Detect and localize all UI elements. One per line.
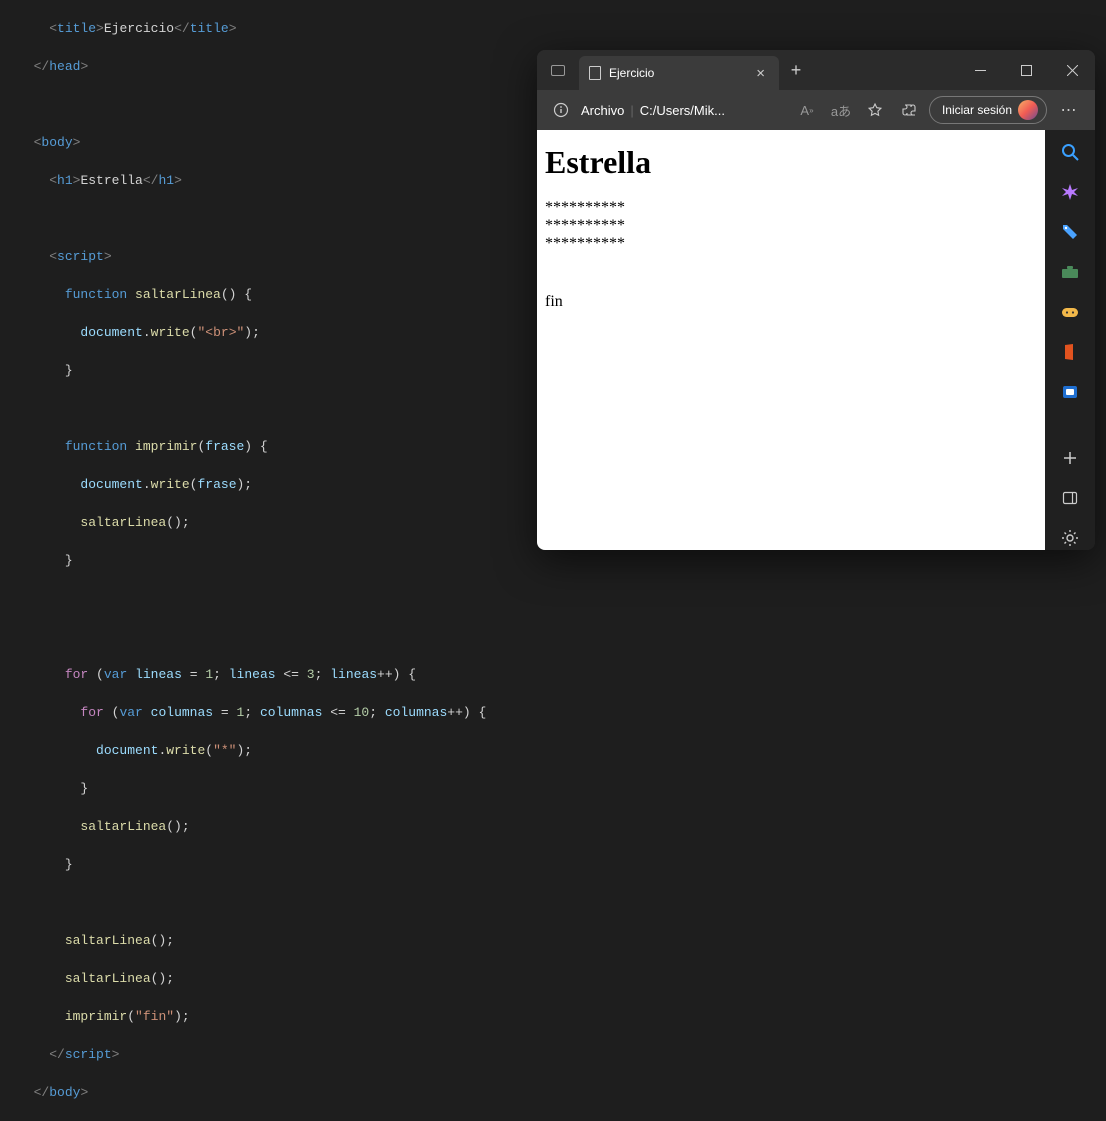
str-br: "<br>" (197, 325, 244, 340)
tab-actions-button[interactable] (537, 50, 579, 90)
tag-head-close: head (49, 59, 80, 74)
num-1a: 1 (205, 667, 213, 682)
fn-write-1: write (151, 325, 190, 340)
read-aloud-icon[interactable]: A» (793, 103, 821, 118)
page-fin-text: fin (545, 293, 1037, 311)
favorites-icon[interactable] (861, 102, 889, 118)
signin-label: Iniciar sesión (942, 103, 1012, 117)
arg-frase: frase (197, 477, 236, 492)
kw-for-2: for (80, 705, 103, 720)
new-tab-button[interactable]: + (779, 60, 813, 81)
sidebar-office-icon[interactable] (1058, 340, 1082, 364)
fn-write-2: write (151, 477, 190, 492)
kw-function-1: function (65, 287, 127, 302)
var-columnas-decl: columnas (151, 705, 213, 720)
str-star: "*" (213, 743, 236, 758)
sidebar-outlook-icon[interactable] (1058, 380, 1082, 404)
var-columnas-inc: columnas (385, 705, 447, 720)
tag-h1-open: h1 (57, 173, 73, 188)
tag-title-close: title (190, 21, 229, 36)
tag-h1-close: h1 (158, 173, 174, 188)
kw-function-2: function (65, 439, 127, 454)
url-separator: | (630, 103, 633, 118)
obj-document-3: document (96, 743, 158, 758)
tag-body-open: body (41, 135, 72, 150)
call-saltarlinea-4: saltarLinea (65, 971, 151, 986)
tab-close-button[interactable]: × (752, 65, 769, 82)
sidebar-settings-icon[interactable] (1058, 526, 1082, 550)
kw-var-1: var (104, 667, 127, 682)
sidebar-tools-icon[interactable] (1058, 260, 1082, 284)
page-viewport: Estrella ********** ********** *********… (537, 130, 1045, 550)
fn-write-3: write (166, 743, 205, 758)
stars-row-1: ********** (545, 199, 1037, 217)
kw-var-2: var (119, 705, 142, 720)
call-imprimir: imprimir (65, 1009, 127, 1024)
num-10: 10 (354, 705, 370, 720)
url-path[interactable]: C:/Users/Mik... (640, 103, 725, 118)
url-protocol-label: Archivo (581, 103, 624, 118)
call-saltarlinea-2: saltarLinea (80, 819, 166, 834)
browser-toolbar: Archivo | C:/Users/Mik... A» aあ Iniciar … (537, 90, 1095, 130)
browser-window: Ejercicio × + Archivo | C:/Users/Mik... … (537, 50, 1095, 550)
close-window-button[interactable] (1049, 50, 1095, 90)
str-fin: "fin" (135, 1009, 174, 1024)
stars-row-3: ********** (545, 235, 1037, 253)
page-heading: Estrella (545, 144, 1037, 181)
fn-imprimir-def: imprimir (135, 439, 197, 454)
site-info-icon[interactable] (547, 96, 575, 124)
maximize-button[interactable] (1003, 50, 1049, 90)
tag-script-close: script (65, 1047, 112, 1062)
obj-document-1: document (80, 325, 142, 340)
edge-sidebar (1045, 130, 1095, 550)
var-lineas-cond: lineas (229, 667, 276, 682)
browser-titlebar: Ejercicio × + (537, 50, 1095, 90)
tab-title: Ejercicio (609, 66, 744, 80)
tag-title-open: title (57, 21, 96, 36)
sidebar-games-icon[interactable] (1058, 300, 1082, 324)
extensions-icon[interactable] (895, 102, 923, 118)
num-1b: 1 (237, 705, 245, 720)
fn-saltarlinea-def: saltarLinea (135, 287, 221, 302)
translate-icon[interactable]: aあ (827, 101, 855, 120)
tag-body-close: body (49, 1085, 80, 1100)
stars-row-2: ********** (545, 217, 1037, 235)
var-lineas-inc: lineas (330, 667, 377, 682)
more-menu-button[interactable]: ⋯ (1053, 100, 1085, 120)
sidebar-shopping-icon[interactable] (1058, 220, 1082, 244)
param-frase: frase (205, 439, 244, 454)
kw-for-1: for (65, 667, 88, 682)
h1-text: Estrella (80, 173, 142, 188)
call-saltarlinea-3: saltarLinea (65, 933, 151, 948)
sidebar-collapse-icon[interactable] (1058, 486, 1082, 510)
file-icon (589, 66, 601, 80)
tag-script-open: script (57, 249, 104, 264)
signin-button[interactable]: Iniciar sesión (929, 96, 1047, 124)
tab-actions-icon (551, 65, 565, 76)
browser-tab[interactable]: Ejercicio × (579, 56, 779, 90)
call-saltarlinea-1: saltarLinea (80, 515, 166, 530)
sidebar-add-icon[interactable] (1058, 446, 1082, 470)
avatar-icon (1018, 100, 1038, 120)
var-columnas-cond: columnas (260, 705, 322, 720)
num-3: 3 (307, 667, 315, 682)
sidebar-discover-icon[interactable] (1058, 180, 1082, 204)
obj-document-2: document (80, 477, 142, 492)
minimize-button[interactable] (957, 50, 1003, 90)
title-text: Ejercicio (104, 21, 174, 36)
var-lineas-decl: lineas (135, 667, 182, 682)
sidebar-search-icon[interactable] (1058, 140, 1082, 164)
